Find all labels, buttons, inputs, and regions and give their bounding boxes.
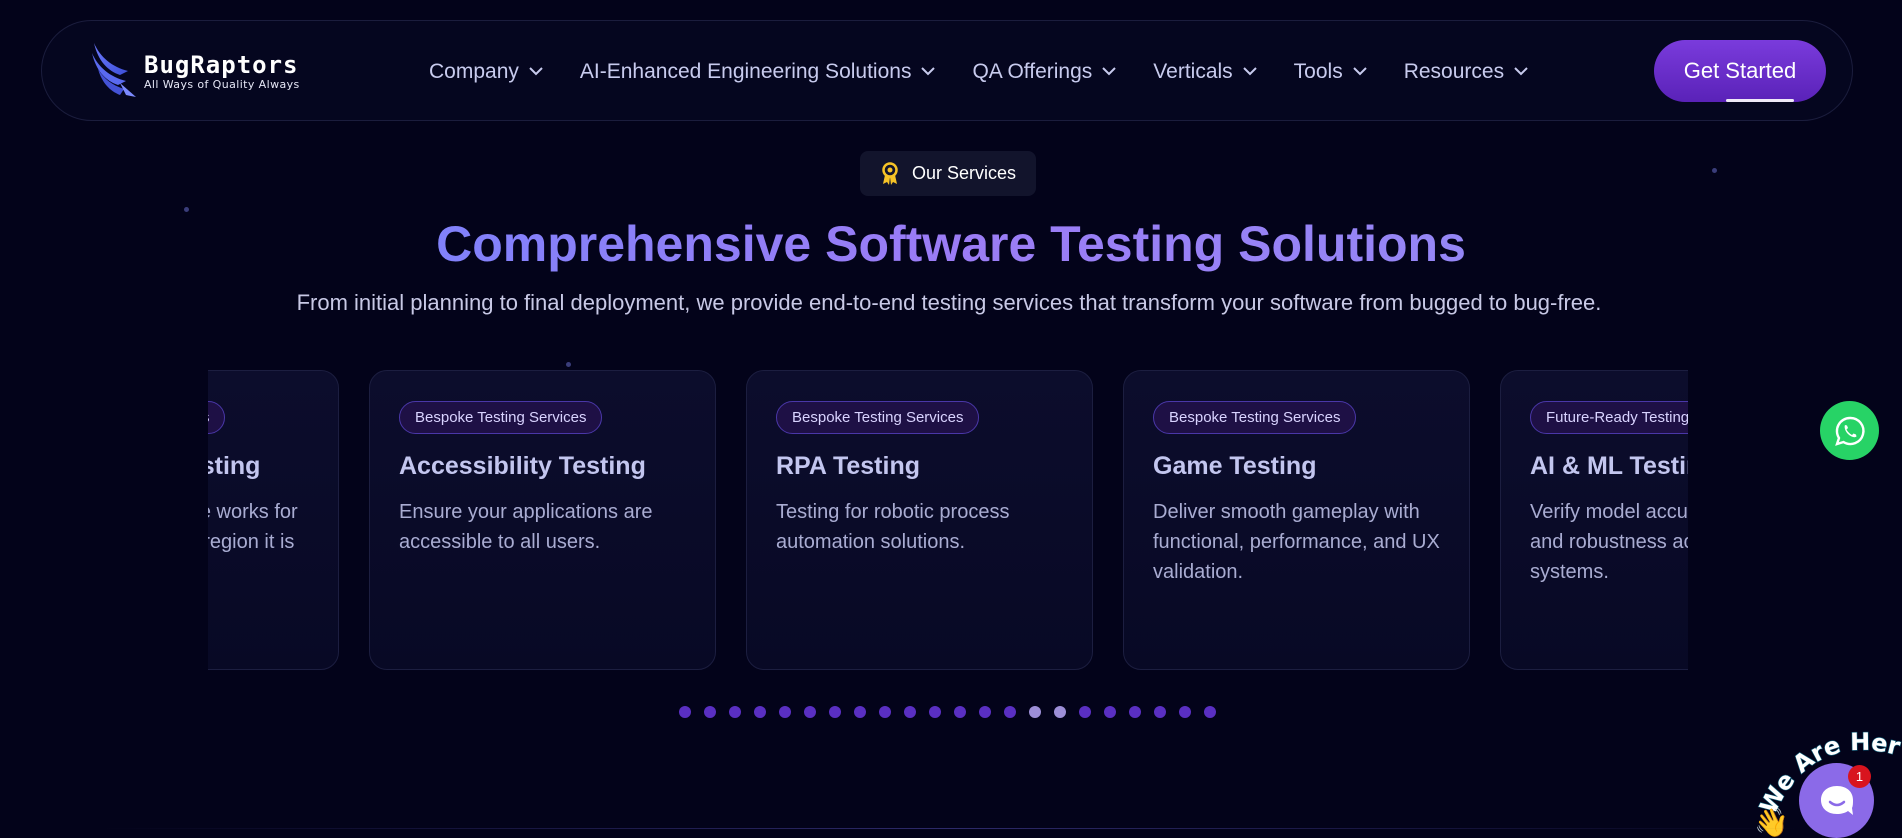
carousel-dot[interactable] bbox=[704, 706, 716, 718]
carousel-dot[interactable] bbox=[854, 706, 866, 718]
navbar: BugRaptors All Ways of Quality Always Co… bbox=[41, 20, 1853, 121]
decor-star bbox=[566, 362, 571, 367]
carousel-dot[interactable] bbox=[1079, 706, 1091, 718]
services-carousel[interactable]: Bespoke Testing Services Localization Te… bbox=[208, 370, 1688, 670]
carousel-dot[interactable] bbox=[729, 706, 741, 718]
card-tag: Bespoke Testing Services bbox=[776, 401, 980, 434]
brand-logo[interactable]: BugRaptors All Ways of Quality Always bbox=[90, 43, 300, 99]
carousel-dot[interactable] bbox=[1004, 706, 1016, 718]
nav-item-tools[interactable]: Tools bbox=[1294, 60, 1367, 84]
nav-item-verticals[interactable]: Verticals bbox=[1153, 59, 1257, 84]
card-title: Accessibility Testing bbox=[399, 452, 646, 480]
service-card-game[interactable]: Bespoke Testing Services Game Testing De… bbox=[1123, 370, 1470, 670]
carousel-dot[interactable] bbox=[929, 706, 941, 718]
card-description: Deliver smooth gameplay with functional,… bbox=[1153, 501, 1440, 583]
service-card-accessibility[interactable]: Bespoke Testing Services Accessibility T… bbox=[369, 370, 716, 670]
chat-bubble-icon bbox=[1820, 785, 1853, 815]
badge-label: Our Services bbox=[911, 163, 1017, 183]
carousel-dot[interactable] bbox=[904, 706, 916, 718]
nav-item-company[interactable]: Company bbox=[429, 60, 543, 84]
carousel-dot[interactable] bbox=[979, 706, 991, 718]
brand-tagline: All Ways of Quality Always bbox=[144, 77, 300, 91]
section-title: Comprehensive Software Testing Solutions bbox=[0, 215, 1902, 273]
button-glow bbox=[1726, 99, 1794, 102]
service-card-ai-ml[interactable]: Future-Ready Testing AI & ML Testing Ver… bbox=[1500, 370, 1688, 670]
nav-label: Resources bbox=[1403, 59, 1505, 83]
chevron-down-icon bbox=[529, 67, 543, 76]
card-tag: Bespoke Testing Services bbox=[1153, 401, 1357, 434]
get-started-button[interactable]: Get Started bbox=[1654, 40, 1826, 102]
carousel-dot[interactable] bbox=[1154, 706, 1166, 718]
carousel-dot[interactable] bbox=[954, 706, 966, 718]
card-title: Game Testing bbox=[1153, 452, 1317, 480]
section-subtitle: From initial planning to final deploymen… bbox=[296, 290, 1602, 315]
nav-label: QA Offerings bbox=[972, 59, 1093, 83]
carousel-dot[interactable] bbox=[779, 706, 791, 718]
get-started-label: Get Started bbox=[1683, 58, 1797, 83]
carousel-dot[interactable] bbox=[1104, 706, 1116, 718]
nav-label: Company bbox=[429, 59, 519, 83]
brand-name: BugRaptors bbox=[144, 50, 299, 79]
carousel-dot[interactable] bbox=[679, 706, 691, 718]
carousel-dot[interactable] bbox=[1054, 706, 1066, 718]
card-description: Verify model accuracy, fairness, and rob… bbox=[1530, 501, 1688, 583]
service-card-rpa[interactable]: Bespoke Testing Services RPA Testing Tes… bbox=[746, 370, 1093, 670]
award-ribbon-icon bbox=[882, 161, 898, 185]
carousel-dot[interactable] bbox=[804, 706, 816, 718]
whatsapp-button[interactable] bbox=[1820, 401, 1879, 460]
card-title: RPA Testing bbox=[776, 452, 920, 480]
card-description: Ensure your software works for every lan… bbox=[208, 501, 298, 553]
nav-item-qa-offerings[interactable]: QA Offerings bbox=[972, 59, 1117, 84]
nav-item-resources[interactable]: Resources bbox=[1404, 60, 1528, 84]
carousel-dot[interactable] bbox=[829, 706, 841, 718]
carousel-dot[interactable] bbox=[1204, 706, 1216, 718]
card-tag: Bespoke Testing Services bbox=[399, 401, 603, 434]
section-divider bbox=[100, 828, 1800, 829]
decor-star bbox=[1712, 168, 1717, 173]
carousel-dot[interactable] bbox=[754, 706, 766, 718]
carousel-dot[interactable] bbox=[1129, 706, 1141, 718]
card-title: Localization Testing bbox=[208, 452, 261, 480]
waving-hand-icon: 👋 bbox=[1754, 807, 1789, 838]
card-description: Testing for robotic process automation s… bbox=[776, 501, 1010, 553]
chat-unread-count: 1 bbox=[1848, 765, 1871, 788]
card-tag: Bespoke Testing Services bbox=[208, 401, 226, 434]
carousel-dot[interactable] bbox=[879, 706, 891, 718]
card-tag: Future-Ready Testing bbox=[1530, 401, 1688, 434]
nav-label: Tools bbox=[1293, 59, 1343, 83]
raptor-logo-icon bbox=[92, 43, 136, 97]
carousel-dot[interactable] bbox=[1179, 706, 1191, 718]
carousel-pagination bbox=[679, 706, 1229, 718]
chevron-down-icon bbox=[1242, 67, 1257, 76]
main-nav: Company AI-Enhanced Engineering Solution… bbox=[429, 21, 1565, 122]
nav-label: AI-Enhanced Engineering Solutions bbox=[579, 59, 912, 83]
decor-star bbox=[184, 207, 189, 212]
chevron-down-icon bbox=[1102, 67, 1117, 76]
section-badge: Our Services bbox=[860, 151, 1036, 196]
chevron-down-icon bbox=[1352, 67, 1367, 76]
chevron-down-icon bbox=[921, 67, 936, 76]
carousel-dot[interactable] bbox=[1029, 706, 1041, 718]
chevron-down-icon bbox=[1514, 67, 1528, 76]
card-title: AI & ML Testing bbox=[1530, 452, 1688, 480]
nav-label: Verticals bbox=[1153, 59, 1233, 83]
card-description: Ensure your applications are accessible … bbox=[399, 501, 653, 553]
service-card-localization[interactable]: Bespoke Testing Services Localization Te… bbox=[208, 370, 339, 670]
nav-item-ai-engineering[interactable]: AI-Enhanced Engineering Solutions bbox=[580, 60, 936, 84]
whatsapp-icon bbox=[1834, 416, 1865, 446]
